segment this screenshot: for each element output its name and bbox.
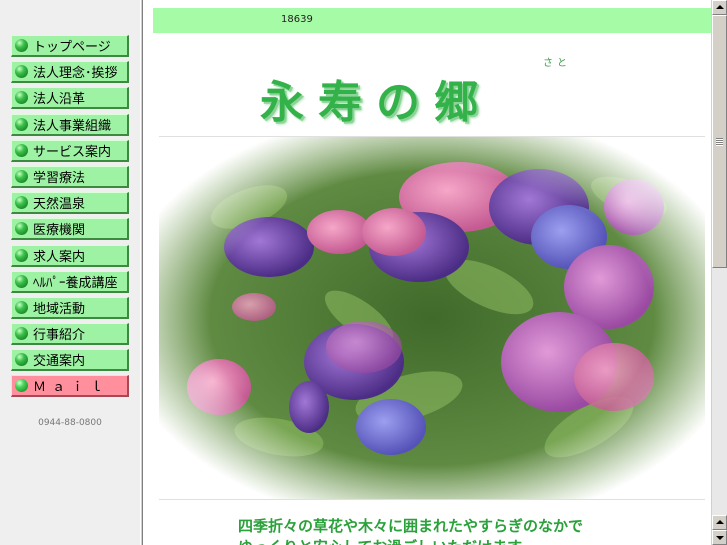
- green-ball-icon: [15, 143, 28, 157]
- green-ball-icon: [15, 248, 28, 262]
- nav-button-9[interactable]: 求人案内: [11, 244, 129, 267]
- phone-number: 0944-88-0800: [38, 418, 102, 428]
- nav-button-8[interactable]: 医療機関: [11, 218, 129, 241]
- nav-button-label: 法人事業組織: [33, 118, 112, 134]
- nav-button-10[interactable]: ﾍﾙﾊﾟｰ養成講座: [11, 270, 129, 293]
- green-ball-icon: [15, 169, 28, 183]
- nav-button-label: 天然温泉: [33, 197, 86, 213]
- visitor-counter: 18639: [281, 14, 313, 25]
- site-logo: 永寿の郷: [260, 77, 492, 128]
- counter-bar: 18639: [153, 8, 711, 33]
- green-ball-icon: [15, 65, 28, 79]
- green-ball-icon: [15, 379, 28, 393]
- mail-button-label: Ｍａｉｌ: [33, 380, 110, 396]
- nav-button-12[interactable]: 行事紹介: [11, 323, 129, 346]
- scroll-down-arrow-icon[interactable]: [712, 530, 727, 545]
- scroll-up-arrow-icon[interactable]: [712, 0, 727, 15]
- scrollbar-thumb[interactable]: [712, 15, 727, 268]
- navigation-frame: トップページ 法人理念･挨拶 法人沿革法人事業組織 サービス案内 学習療法天然温泉医療機…: [0, 0, 140, 545]
- nav-button-6[interactable]: 学習療法: [11, 165, 129, 188]
- nav-button-3[interactable]: 法人沿革: [11, 87, 129, 110]
- nav-button-label: 法人理念･挨拶: [33, 66, 118, 82]
- caption-line-1: 四季折々の草花や木々に囲まれたやすらぎのなかで: [238, 517, 584, 535]
- caption-text: 四季折々の草花や木々に囲まれたやすらぎのなかで ゆっくりと安心してお過ごしいただ…: [238, 516, 583, 545]
- hydrangea-image: [159, 137, 705, 499]
- hydrangea-photo: [159, 136, 705, 500]
- nav-button-label: ﾍﾙﾊﾟｰ養成講座: [33, 275, 118, 291]
- green-ball-icon: [15, 91, 28, 105]
- nav-button-5[interactable]: サービス案内: [11, 139, 129, 162]
- main-scrollbar[interactable]: [711, 0, 727, 545]
- nav-button-2[interactable]: 法人理念･挨拶: [11, 61, 129, 84]
- nav-button-label: サービス案内: [33, 144, 112, 160]
- nav-menu: トップページ 法人理念･挨拶 法人沿革法人事業組織 サービス案内 学習療法天然温泉医療機…: [11, 35, 129, 402]
- nav-button-label: 学習療法: [33, 170, 86, 186]
- green-ball-icon: [15, 274, 28, 288]
- nav-button-label: 地域活動: [33, 301, 86, 317]
- green-ball-icon: [15, 300, 28, 314]
- green-ball-icon: [15, 117, 28, 131]
- nav-button-label: 行事紹介: [33, 328, 86, 344]
- caption-line-2: ゆっくりと安心してお過ごしいただけます: [238, 537, 583, 545]
- nav-button-label: 求人案内: [33, 249, 86, 265]
- nav-button-7[interactable]: 天然温泉: [11, 192, 129, 215]
- nav-button-label: トップページ: [33, 40, 111, 55]
- green-ball-icon: [15, 39, 28, 52]
- nav-button-label: 交通案内: [33, 354, 86, 370]
- green-ball-icon: [15, 327, 28, 341]
- green-ball-icon: [15, 353, 28, 367]
- scroll-up-arrow-icon-2[interactable]: [712, 515, 727, 530]
- nav-button-4[interactable]: 法人事業組織: [11, 113, 129, 136]
- nav-button-13[interactable]: 交通案内: [11, 349, 129, 372]
- grip-icon: [716, 138, 723, 146]
- nav-button-label: 医療機関: [33, 223, 86, 239]
- green-ball-icon: [15, 222, 28, 236]
- main-frame: 18639 さと 永寿の郷 四季折々の草花や木々に囲まれたやすらぎのなかで: [143, 0, 711, 545]
- nav-button-11[interactable]: 地域活動: [11, 296, 129, 319]
- nav-button-1[interactable]: トップページ: [11, 35, 129, 57]
- logo-ruby: さと: [543, 58, 571, 69]
- green-ball-icon: [15, 196, 28, 210]
- nav-button-label: 法人沿革: [33, 92, 86, 108]
- mail-button[interactable]: Ｍａｉｌ: [11, 375, 129, 398]
